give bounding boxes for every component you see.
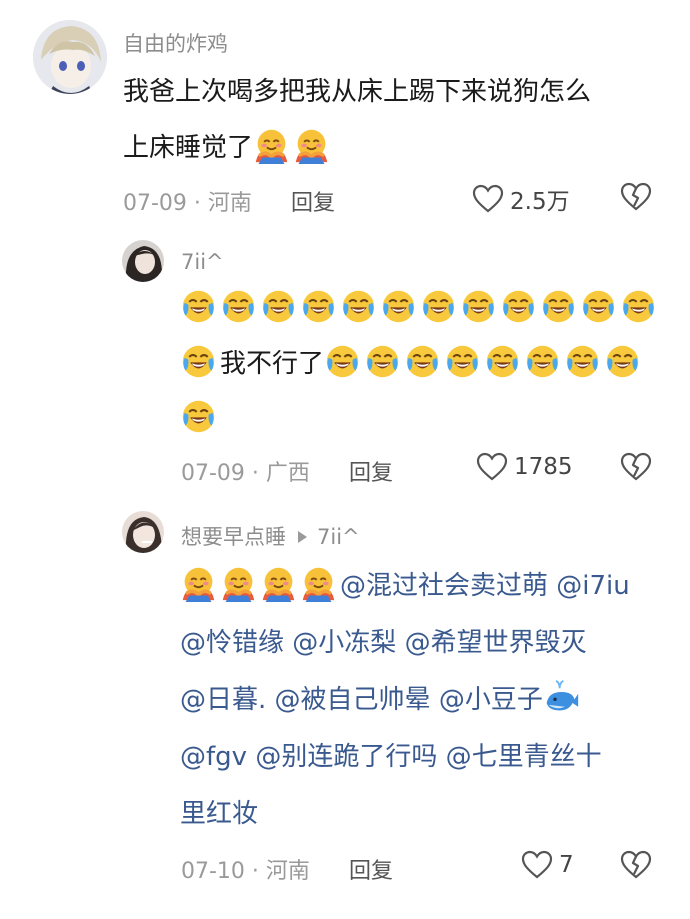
mention[interactable]: @i7iu [556,571,629,601]
mention[interactable]: @别连跪了行吗 [255,742,437,772]
like-button[interactable]: 7 [521,850,574,880]
comment-text-line2-row: 上床睡觉了 [123,124,333,172]
laugh-cry-emoji-icon [620,288,657,325]
broken-heart-icon [620,452,652,481]
laugh-cry-emoji-icon [300,288,337,325]
hug-emoji-icon [293,127,330,164]
like-button[interactable]: 2.5万 [472,182,570,216]
laugh-cry-emoji-icon [524,343,561,380]
reply-to-username[interactable]: 7ii^ [317,525,360,549]
comment-username[interactable]: 自由的炸鸡 [123,28,228,58]
reply-text-row: @混过社会卖过萌 @i7iu [180,562,630,610]
mention[interactable]: @fgv [180,742,247,772]
reply-arrow-icon [298,531,307,543]
reply-location: 河南 [265,859,310,884]
laugh-cry-emoji-icon [484,343,521,380]
reply-text-row: 我不行了 [180,343,644,384]
laugh-cry-emoji-icon [220,288,257,325]
reply-text-row: 里红妆 [180,790,258,838]
laugh-cry-emoji-icon [580,288,617,325]
laugh-cry-emoji-icon [500,288,537,325]
heart-icon [472,184,504,213]
comment-text-line2: 上床睡觉了 [123,133,254,163]
laugh-cry-emoji-icon [420,288,457,325]
reply-button[interactable]: 回复 [349,853,393,885]
laugh-cry-emoji-icon [180,343,217,380]
mention-continued[interactable]: 里红妆 [180,799,258,829]
laugh-cry-emoji-icon [444,343,481,380]
emoji-row [180,288,660,325]
comment-location: 河南 [207,191,252,216]
comment-date: 07-09 [123,191,187,216]
broken-heart-icon [620,182,652,211]
like-count: 1785 [514,454,573,480]
avatar[interactable] [122,511,164,553]
comment-text-line1: 我爸上次喝多把我从床上踢下来说狗怎么 [123,77,592,107]
laugh-cry-emoji-icon [380,288,417,325]
laugh-cry-emoji-icon [180,288,217,325]
mention[interactable]: @混过社会卖过萌 [340,571,548,601]
reply-username-line: 想要早点睡 7ii^ [181,521,360,551]
laugh-cry-emoji-icon [324,343,361,380]
hug-emoji-icon [220,565,257,602]
reply-text: 我不行了 [220,349,325,379]
broken-heart-icon [620,850,652,879]
reply-username[interactable]: 想要早点睡 [181,525,286,549]
heart-icon [521,850,553,879]
mention[interactable]: @希望世界毁灭 [405,628,587,658]
mention[interactable]: @被自己帅晕 [275,685,431,715]
hug-emoji-icon [300,565,337,602]
laugh-cry-emoji-icon [404,343,441,380]
reply1-emoji-row-1 [180,290,660,323]
laugh-cry-emoji-icon [604,343,641,380]
reply-button[interactable]: 回复 [291,185,335,217]
dislike-button[interactable] [620,182,652,216]
mention[interactable]: @七里青丝十 [446,742,602,772]
dislike-button[interactable] [620,452,652,486]
reply-text-row: @怜错缘 @小冻梨 @希望世界毁灭 [180,619,587,667]
comment-meta: 07-09 · 河南 [123,191,252,216]
laugh-cry-emoji-icon [260,288,297,325]
emoji-row [180,398,220,435]
laugh-cry-emoji-icon [180,398,217,435]
hug-emoji-icon [180,565,217,602]
mention[interactable]: @小豆子 [439,685,543,715]
mention[interactable]: @怜错缘 [180,628,284,658]
dislike-button[interactable] [620,850,652,884]
like-count: 2.5万 [510,189,570,215]
laugh-cry-emoji-icon [340,288,377,325]
mention[interactable]: @日暮. [180,685,266,715]
reply-text-row: @日暮. @被自己帅晕 @小豆子 [180,676,583,724]
like-button[interactable]: 1785 [476,452,573,482]
reply-text-row: @fgv @别连跪了行吗 @七里青丝十 [180,733,602,781]
reply-username[interactable]: 7ii^ [181,250,224,274]
laugh-cry-emoji-icon [540,288,577,325]
hug-emoji-icon [260,565,297,602]
avatar[interactable] [122,240,164,282]
reply-meta: 07-09 · 广西 [181,461,310,486]
avatar[interactable] [33,20,107,94]
hug-emoji-icon [253,127,290,164]
reply-location: 广西 [265,461,310,486]
laugh-cry-emoji-icon [364,343,401,380]
heart-icon [476,452,508,481]
whale-emoji-icon [543,679,580,716]
reply-date: 07-09 [181,461,245,486]
reply-date: 07-10 [181,859,245,884]
like-count: 7 [559,852,574,878]
laugh-cry-emoji-icon [564,343,601,380]
reply-button[interactable]: 回复 [349,455,393,487]
laugh-cry-emoji-icon [460,288,497,325]
mention[interactable]: @小冻梨 [292,628,396,658]
reply-meta: 07-10 · 河南 [181,859,310,884]
